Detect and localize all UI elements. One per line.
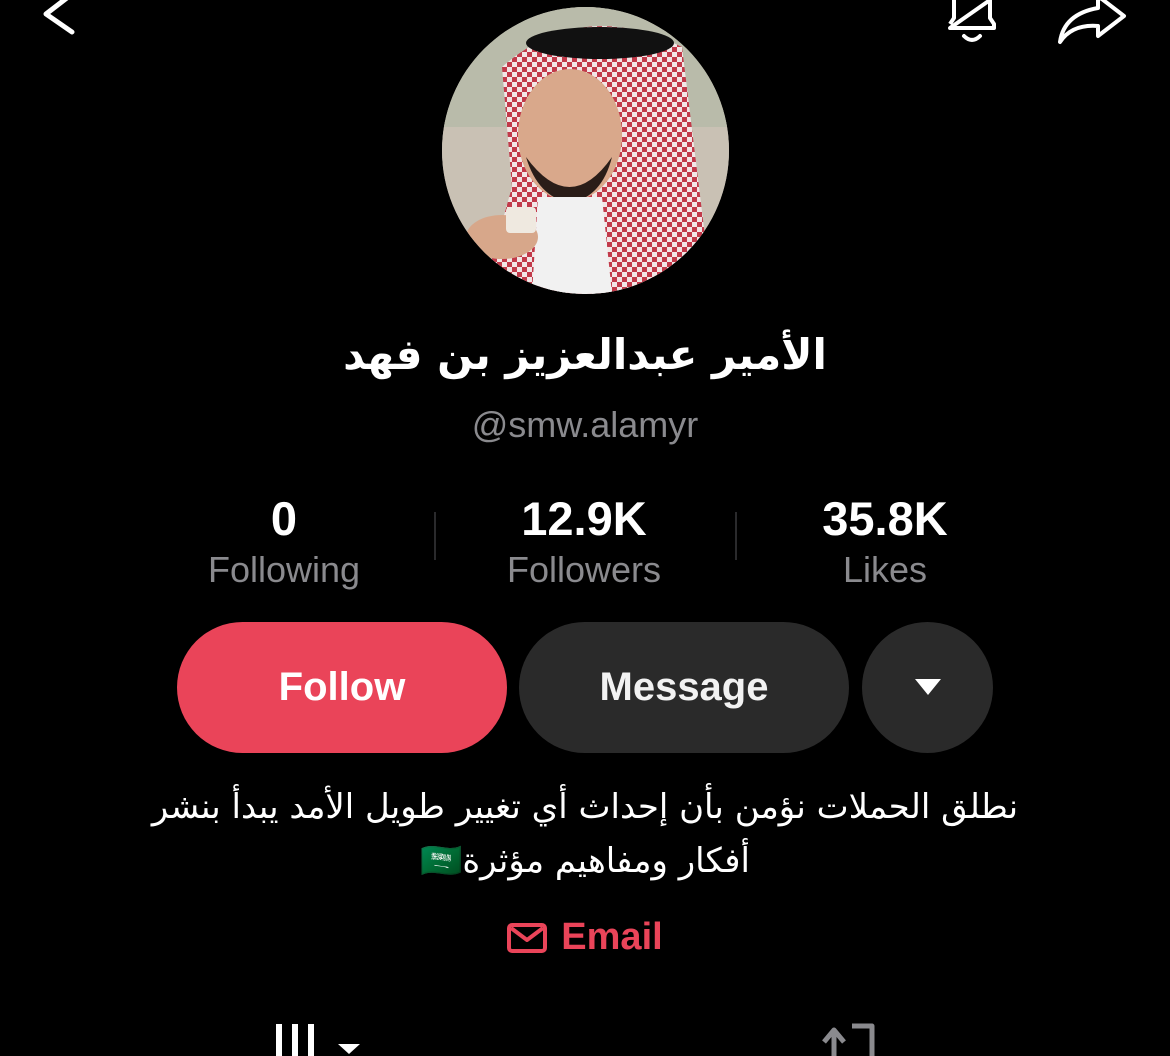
share-arrow-icon bbox=[1058, 0, 1126, 44]
message-button[interactable]: Message bbox=[519, 622, 849, 753]
chevron-left-icon bbox=[43, 0, 75, 35]
repost-icon bbox=[822, 1023, 875, 1056]
stat-following[interactable]: 0 Following bbox=[134, 492, 434, 592]
profile-name: الأمير عبدالعزيز بن فهد bbox=[343, 330, 827, 379]
stat-value: 0 bbox=[270, 492, 298, 545]
stat-value: 35.8K bbox=[822, 492, 948, 545]
stat-likes[interactable]: 35.8K Likes bbox=[735, 492, 1035, 592]
profile-bio: نطلق الحملات نؤمن بأن إحداث أي تغيير طوي… bbox=[100, 780, 1070, 888]
back-button[interactable] bbox=[38, 0, 78, 40]
stat-label: Following bbox=[207, 549, 361, 590]
bell-icon bbox=[948, 0, 996, 42]
caret-down-icon bbox=[914, 678, 941, 695]
avatar[interactable] bbox=[442, 7, 729, 294]
tab-reposts[interactable] bbox=[820, 1022, 878, 1056]
grid-filter-icon bbox=[276, 1024, 360, 1056]
email-label: Email bbox=[561, 916, 663, 958]
email-link[interactable]: Email bbox=[0, 916, 1170, 959]
follow-button[interactable]: Follow bbox=[177, 622, 507, 753]
stat-followers[interactable]: 12.9K Followers bbox=[434, 492, 734, 592]
stat-label: Likes bbox=[842, 549, 928, 590]
notification-button[interactable] bbox=[940, 0, 1004, 46]
bio-line: أفكار ومفاهيم مؤثرة🇸🇦 bbox=[419, 841, 751, 881]
tab-videos[interactable] bbox=[276, 1024, 366, 1056]
profile-photo bbox=[442, 7, 729, 294]
profile-handle: @smw.alamyr bbox=[471, 404, 699, 445]
bio-line: نطلق الحملات نؤمن بأن إحداث أي تغيير طوي… bbox=[151, 787, 1019, 827]
stat-label: Followers bbox=[506, 549, 662, 590]
envelope-icon bbox=[507, 922, 548, 953]
share-button[interactable] bbox=[1054, 0, 1128, 46]
stat-value: 12.9K bbox=[521, 492, 647, 545]
more-options-button[interactable] bbox=[862, 622, 993, 753]
